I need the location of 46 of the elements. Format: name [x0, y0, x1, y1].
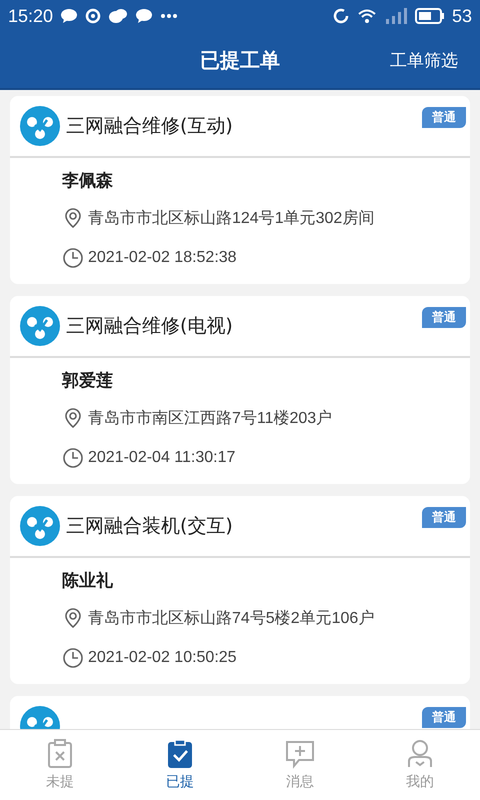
location-icon [62, 607, 84, 629]
order-title: 三网融合装机(交互) [66, 514, 234, 539]
customer-name: 郭爱莲 [62, 370, 114, 393]
clipboard-x-icon [47, 739, 73, 769]
order-title: 三网融合维修(互动) [66, 114, 234, 139]
filter-link[interactable]: 工单筛选 [378, 48, 458, 72]
order-card[interactable]: 三网融合装机(交互) 普通 陈业礼 青岛市市北区标山路74号5楼2单元106户 2021-02-02 10:50:25 [10, 496, 470, 684]
priority-tag: 普通 [422, 707, 466, 728]
network-logo-icon [20, 106, 60, 146]
customer-name: 李佩森 [62, 170, 114, 193]
order-time: 2021-02-02 18:52:38 [88, 249, 237, 267]
order-title: 三网融合维修(电视) [66, 314, 234, 339]
network-logo-icon [20, 506, 60, 546]
clock-icon [62, 447, 84, 469]
network-logo-icon [20, 306, 60, 346]
sync-icon [332, 7, 350, 25]
address-text: 青岛市市南区江西路7号11楼203户 [88, 408, 332, 428]
customer-name: 陈业礼 [62, 570, 114, 593]
order-card[interactable]: 三网融合维修(电视) 普通 郭爱莲 青岛市市南区江西路7号11楼203户 2021-02-04 11:30:17 [10, 296, 470, 484]
order-time: 2021-02-04 11:30:17 [88, 449, 236, 467]
battery-level: 53 [452, 6, 472, 26]
priority-tag: 普通 [422, 307, 466, 328]
cloud-icon [108, 8, 128, 24]
page-title: 已提工单 [200, 46, 280, 74]
clock-icon [62, 247, 84, 269]
chat-plus-icon [285, 739, 315, 769]
chat-icon [60, 8, 78, 24]
order-time: 2021-02-02 10:50:25 [88, 649, 237, 667]
order-card[interactable]: 普通 [10, 696, 470, 729]
priority-tag: 普通 [422, 107, 466, 128]
signal-icon [384, 8, 408, 24]
clipboard-check-icon [167, 739, 193, 769]
location-icon [62, 407, 84, 429]
clock-icon [62, 647, 84, 669]
battery-icon [414, 8, 445, 24]
status-time: 15:20 [8, 6, 54, 26]
priority-tag: 普通 [422, 507, 466, 528]
person-icon [406, 739, 434, 769]
location-icon [62, 207, 84, 229]
order-card[interactable]: 三网融合维修(互动) 普通 李佩森 青岛市市北区标山路124号1单元302房间 2021-02-02 18:52:38 [10, 96, 470, 284]
address-text: 青岛市市北区标山路74号5楼2单元106户 [88, 608, 374, 628]
chat-icon [135, 8, 154, 24]
more-icon [160, 13, 178, 19]
wifi-icon [356, 8, 377, 24]
tab-item[interactable]: 已提 [120, 730, 240, 800]
address-text: 青岛市市北区标山路124号1单元302房间 [88, 208, 374, 228]
